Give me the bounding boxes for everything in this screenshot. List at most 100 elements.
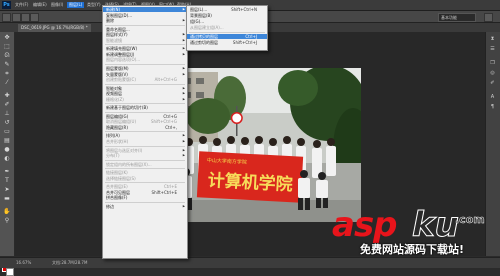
menu-item-label: 新建(N) xyxy=(106,7,121,12)
add-selection-icon[interactable] xyxy=(21,13,30,22)
move-tool-icon[interactable]: ✥ xyxy=(3,34,11,41)
menu-item[interactable]: 通过拷贝的图层 Ctrl+J xyxy=(187,34,267,39)
menu-item[interactable]: 编辑(E) xyxy=(31,2,49,8)
menu-item: 选择链接图层(S) xyxy=(103,176,187,181)
marquee-tool-icon[interactable]: ⬚ xyxy=(3,43,11,50)
menu-item[interactable]: 图层蒙版(M) ▶ xyxy=(103,66,187,71)
menu-item-label: 重命名图层... xyxy=(106,26,130,32)
layers-panel-icon[interactable]: ❐ xyxy=(489,60,496,66)
menu-item[interactable]: 图层(L)... Shift+Ctrl+N xyxy=(187,7,267,12)
dodge-tool-icon[interactable]: ◐ xyxy=(3,155,11,162)
menu-item[interactable]: 通过剪切的图层 Shift+Ctrl+J xyxy=(187,40,267,45)
clone-stamp-tool-icon[interactable]: ⊥ xyxy=(3,110,11,117)
menu-separator xyxy=(105,44,185,46)
watermark-tagline: 免费网站源码下载站! xyxy=(360,243,465,256)
new-submenu: 图层(L)... Shift+Ctrl+N 背景图层(B) 组(G)... 从图层建立组… xyxy=(186,5,268,51)
menu-item-label: 栅格化(Z) xyxy=(106,96,124,102)
menu-item[interactable]: 拼合图像(F) xyxy=(103,195,187,200)
workspace-select[interactable]: 基本功能 xyxy=(438,13,476,22)
menu-item-label: 图层(L)... xyxy=(190,7,208,12)
menu-separator xyxy=(105,168,185,170)
menu-item[interactable]: 矢量蒙版(V) ▶ xyxy=(103,72,187,77)
submenu-arrow-icon: ▶ xyxy=(182,96,185,101)
history-brush-tool-icon[interactable]: ↺ xyxy=(3,119,11,126)
blur-tool-icon[interactable]: ● xyxy=(3,146,11,153)
menu-item-label: 新建调整图层(J) xyxy=(106,51,135,57)
submenu-arrow-icon: ▶ xyxy=(182,139,185,143)
zoom-level[interactable]: 16.67% xyxy=(16,260,31,265)
menu-item[interactable]: 合并可见图层 Shift+Ctrl+E xyxy=(103,190,187,195)
background-color-swatch[interactable] xyxy=(6,268,14,276)
channels-panel-icon[interactable]: ◎ xyxy=(489,70,496,76)
menu-item[interactable]: 类型(Y) xyxy=(85,2,103,8)
menu-layer[interactable]: 图层(L) xyxy=(67,2,85,8)
type-tool-icon[interactable]: T xyxy=(3,177,11,184)
character-panel-icon[interactable]: A xyxy=(489,94,496,100)
menu-item[interactable]: 图像(I) xyxy=(49,2,65,8)
paragraph-panel-icon[interactable]: ¶ xyxy=(489,104,496,110)
menu-item[interactable]: 视频图层 ▶ xyxy=(103,91,187,96)
zoom-tool-icon[interactable]: ⚲ xyxy=(3,217,11,224)
healing-brush-tool-icon[interactable]: ✚ xyxy=(3,92,11,99)
menu-item[interactable]: 隐藏图层(R) Ctrl+, xyxy=(103,125,187,130)
document-photo[interactable]: 中山大学南方学院 计算机学院 xyxy=(178,68,361,222)
submenu-arrow-icon: ▶ xyxy=(182,46,185,51)
toolbox: ✥ ⬚ ᘏ ✎ ⌗ ⁄ ✚ ✐ ⊥ ↺ ▭ ▤ ● ◐ ✒ T ➤ ▬ ✋ ⚲ xyxy=(0,32,15,276)
menu-item[interactable]: 复制图层(D)... xyxy=(103,13,187,18)
menu-item-shortcut: Ctrl+G xyxy=(163,113,177,119)
menu-separator xyxy=(105,111,185,113)
eraser-tool-icon[interactable]: ▭ xyxy=(3,128,11,135)
quick-select-tool-icon[interactable]: ✎ xyxy=(3,61,11,68)
crop-tool-icon[interactable]: ⌗ xyxy=(3,70,11,77)
menu-separator xyxy=(105,182,185,184)
lasso-tool-icon[interactable]: ᘏ xyxy=(3,52,11,59)
hand-tool-icon[interactable]: ✋ xyxy=(3,208,11,215)
gradient-tool-icon[interactable]: ▤ xyxy=(3,137,11,144)
menu-item: 栅格化(Z) ▶ xyxy=(103,97,187,102)
shape-tool-icon[interactable]: ▬ xyxy=(3,195,11,202)
menu-item-label: 分布(T) xyxy=(106,153,120,159)
menu-item-shortcut: Shift+Ctrl+G xyxy=(150,119,177,125)
properties-panel-icon[interactable]: ☰ xyxy=(489,46,496,52)
menu-item-label: 取消图层编组(U) xyxy=(106,119,137,125)
brush-tool-icon[interactable]: ✐ xyxy=(3,101,11,108)
tool-preset-button[interactable] xyxy=(2,13,11,22)
layer-menu-dropdown: 新建(N) ▶ 复制图层(D)... 删除 ▶ 重命名图层... 图层样式(Y) ▶ 智能滤镜 ▶… xyxy=(102,5,188,259)
search-icon[interactable] xyxy=(484,13,493,22)
path-select-tool-icon[interactable]: ➤ xyxy=(3,186,11,193)
menu-item-label: 隐藏图层(R) xyxy=(106,124,128,130)
menu-item-label: 图层内容选项(O)... xyxy=(106,57,141,63)
submenu-arrow-icon: ▶ xyxy=(182,91,185,96)
menu-item[interactable]: 排列(A) ▶ xyxy=(103,133,187,138)
new-selection-icon[interactable] xyxy=(12,13,21,22)
menu-item[interactable]: 新建基于图层的切片(B) xyxy=(103,105,187,110)
menu-item[interactable]: 修边 ▶ xyxy=(103,204,187,209)
menu-item[interactable]: 组(G)... xyxy=(187,19,267,24)
menu-item[interactable]: 文件(F) xyxy=(13,2,30,8)
menu-separator xyxy=(189,32,265,33)
menu-item[interactable]: 智能对象 ▶ xyxy=(103,86,187,91)
menu-item-label: 背景图层(B) xyxy=(190,13,212,18)
submenu-arrow-icon: ▶ xyxy=(182,71,185,76)
subtract-selection-icon[interactable] xyxy=(30,13,39,22)
menu-item[interactable]: 新建调整图层(J) ▶ xyxy=(103,52,187,57)
submenu-arrow-icon: ▶ xyxy=(182,32,185,37)
menu-item[interactable]: 重命名图层... xyxy=(103,27,187,32)
menu-item[interactable]: 图层编组(G) Ctrl+G xyxy=(103,114,187,119)
menu-item-shortcut: Ctrl+, xyxy=(165,124,177,130)
menu-item-shortcut: Ctrl+E xyxy=(164,184,177,190)
menu-item[interactable]: 背景图层(B) xyxy=(187,13,267,18)
menu-item[interactable]: 新建填充图层(W) ▶ xyxy=(103,46,187,51)
menu-item[interactable]: 图层样式(Y) ▶ xyxy=(103,32,187,37)
eyedropper-tool-icon[interactable]: ⁄ xyxy=(3,79,11,86)
pen-tool-icon[interactable]: ✒ xyxy=(3,168,11,175)
menu-item: 合并形状(H) ▶ xyxy=(103,139,187,144)
history-panel-icon[interactable]: ⧗ xyxy=(489,36,496,42)
menu-item[interactable]: 删除 ▶ xyxy=(103,18,187,23)
menu-item-label: 视频图层 xyxy=(106,91,122,97)
document-size: 文档:28.7M/28.7M xyxy=(52,260,88,265)
menu-separator xyxy=(105,145,185,147)
document-tab[interactable]: DSC_0619.JPG @ 16.7%(RGB/8) * xyxy=(18,24,91,32)
menu-item[interactable]: 新建(N) ▶ xyxy=(103,7,187,12)
paths-panel-icon[interactable]: ✐ xyxy=(489,80,496,86)
